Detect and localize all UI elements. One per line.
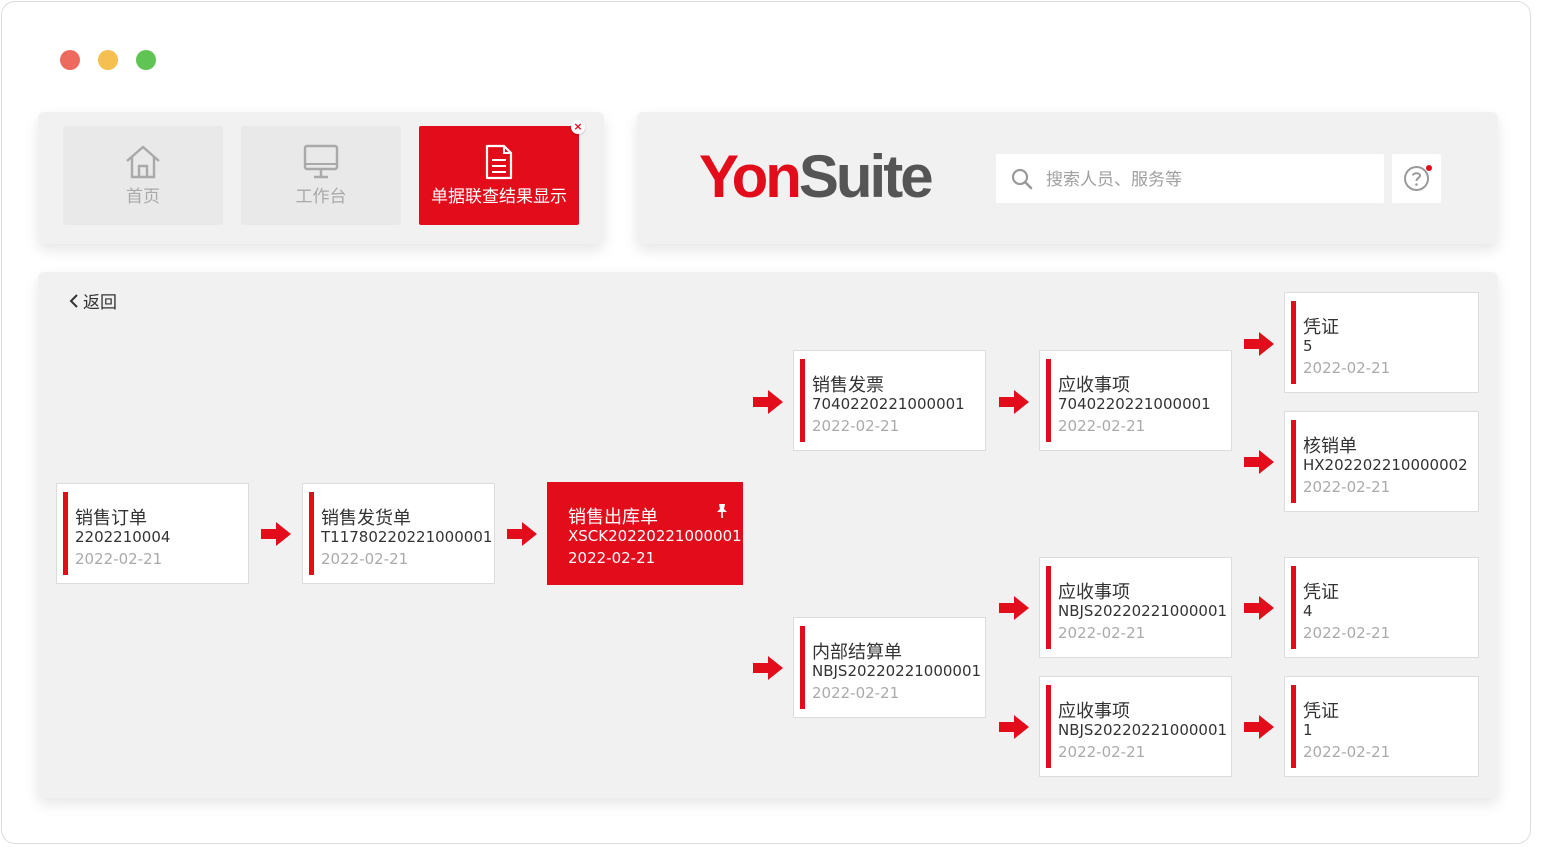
card-code: T11780220221000001 (321, 528, 493, 546)
card-title: 销售出库单 (568, 507, 658, 528)
doc-card-receivable-2[interactable]: 应收事项 NBJS20220221000001 2022-02-21 (1039, 557, 1232, 658)
card-date: 2022-02-21 (1303, 478, 1391, 496)
tab-home[interactable]: 首页 (63, 126, 223, 225)
doc-card-sales-order[interactable]: 销售订单 2202210004 2022-02-21 (56, 483, 249, 584)
doc-card-voucher-1[interactable]: 凭证 1 2022-02-21 (1284, 676, 1479, 777)
doc-card-voucher-4[interactable]: 凭证 4 2022-02-21 (1284, 557, 1479, 658)
search-input[interactable] (1044, 154, 1368, 205)
card-date: 2022-02-21 (1058, 417, 1146, 435)
notification-dot (1426, 165, 1432, 171)
header-bar: YonSuite (637, 112, 1498, 244)
search-box[interactable] (996, 154, 1384, 205)
pin-icon[interactable] (716, 503, 728, 523)
flow-arrow-icon (999, 596, 1029, 620)
window-minimize-dot[interactable] (98, 50, 118, 70)
doc-card-voucher-5[interactable]: 凭证 5 2022-02-21 (1284, 292, 1479, 393)
card-title: 销售订单 (75, 508, 147, 529)
back-button[interactable]: 返回 (68, 288, 117, 313)
document-flow-panel: 返回 销售订单 2202210004 2022-02-21 销售发货单 T117… (38, 272, 1498, 798)
yonsuite-logo: YonSuite (699, 142, 934, 212)
flow-arrow-icon (507, 522, 537, 546)
document-icon (419, 144, 579, 180)
card-code: 4 (1303, 602, 1313, 620)
card-date: 2022-02-21 (1058, 624, 1146, 642)
card-title: 凭证 (1303, 582, 1339, 603)
flow-arrow-icon (1244, 332, 1274, 356)
doc-card-sales-invoice[interactable]: 销售发票 7040220221000001 2022-02-21 (793, 350, 986, 451)
card-code: NBJS20220221000001 (1058, 721, 1228, 739)
card-code: NBJS20220221000001 (1058, 602, 1228, 620)
tab-bar: 首页 工作台 单据联查结果显示 × (38, 112, 604, 244)
card-title: 凭证 (1303, 701, 1339, 722)
flow-arrow-icon (1244, 596, 1274, 620)
card-code: 7040220221000001 (1058, 395, 1211, 413)
flow-arrow-icon (999, 715, 1029, 739)
tab-document-query[interactable]: 单据联查结果显示 × (419, 120, 585, 225)
card-date: 2022-02-21 (321, 550, 409, 568)
tab-document-query-label: 单据联查结果显示 (431, 187, 567, 207)
doc-card-receivable-3[interactable]: 应收事项 NBJS20220221000001 2022-02-21 (1039, 676, 1232, 777)
card-date: 2022-02-21 (1303, 624, 1391, 642)
card-date: 2022-02-21 (1303, 359, 1391, 377)
tab-close-icon[interactable]: × (571, 120, 585, 134)
tab-home-label: 首页 (126, 187, 160, 207)
window-close-dot[interactable] (60, 50, 80, 70)
flow-arrow-icon (1244, 450, 1274, 474)
card-title: 销售发票 (812, 375, 884, 396)
card-code: 7040220221000001 (812, 395, 965, 413)
flow-arrow-icon (753, 656, 783, 680)
window-maximize-dot[interactable] (136, 50, 156, 70)
search-icon (1010, 167, 1034, 195)
card-title: 应收事项 (1058, 375, 1130, 396)
card-date: 2022-02-21 (75, 550, 163, 568)
doc-card-internal-settlement[interactable]: 内部结算单 NBJS20220221000001 2022-02-21 (793, 617, 986, 718)
doc-card-writeoff[interactable]: 核销单 HX202202210000002 2022-02-21 (1284, 411, 1479, 512)
flow-arrow-icon (261, 522, 291, 546)
card-code: 5 (1303, 337, 1313, 355)
doc-card-receivable-1[interactable]: 应收事项 7040220221000001 2022-02-21 (1039, 350, 1232, 451)
card-date: 2022-02-21 (1058, 743, 1146, 761)
tab-workbench-label: 工作台 (295, 187, 347, 207)
card-code: NBJS20220221000001 (812, 662, 982, 680)
card-title: 应收事项 (1058, 582, 1130, 603)
card-code: XSCK20220221000001 (568, 527, 742, 545)
card-date: 2022-02-21 (812, 684, 900, 702)
flow-arrow-icon (999, 390, 1029, 414)
flow-arrow-icon (753, 390, 783, 414)
card-code: HX202202210000002 (1303, 456, 1468, 474)
card-date: 2022-02-21 (1303, 743, 1391, 761)
back-label: 返回 (83, 293, 117, 313)
card-code: 1 (1303, 721, 1313, 739)
doc-card-sales-outbound[interactable]: 销售出库单 XSCK20220221000001 2022-02-21 (547, 482, 743, 585)
logo-suite: Suite (798, 143, 934, 210)
card-title: 应收事项 (1058, 701, 1130, 722)
chevron-left-icon (69, 293, 78, 308)
monitor-icon (241, 144, 401, 180)
card-date: 2022-02-21 (812, 417, 900, 435)
card-title: 核销单 (1303, 436, 1357, 457)
doc-card-sales-delivery[interactable]: 销售发货单 T11780220221000001 2022-02-21 (302, 483, 495, 584)
card-title: 销售发货单 (321, 508, 411, 529)
logo-yon: Yon (699, 143, 802, 210)
flow-arrow-icon (1244, 715, 1274, 739)
card-title: 内部结算单 (812, 642, 902, 663)
tab-workbench[interactable]: 工作台 (241, 126, 401, 225)
home-icon (63, 144, 223, 180)
help-button[interactable] (1392, 154, 1441, 203)
card-code: 2202210004 (75, 528, 171, 546)
card-date: 2022-02-21 (568, 549, 656, 567)
card-title: 凭证 (1303, 317, 1339, 338)
